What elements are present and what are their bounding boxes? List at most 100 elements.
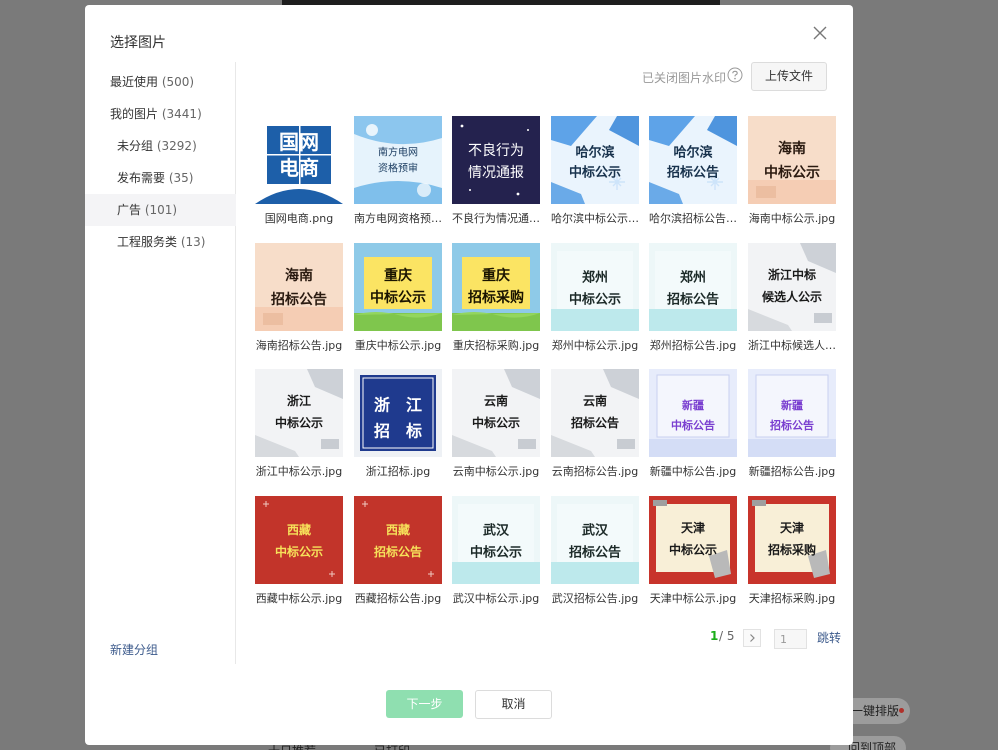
image-card[interactable]: 哈尔滨 招标公告哈尔滨招标公告.jpg	[649, 116, 737, 236]
image-card[interactable]: 云南 中标公示 云南中标公示.jpg	[452, 369, 540, 489]
image-card[interactable]: 西藏 招标公告 西藏招标公告.jpg	[354, 496, 442, 616]
image-card[interactable]: 西藏 中标公示西藏中标公示.jpg	[255, 496, 343, 616]
thumbnail-artwork: 天津中标公示	[649, 496, 737, 584]
thumbnail-caption: 中标公示	[569, 292, 621, 308]
image-card[interactable]: 浙 江招 标浙江招标.jpg	[354, 369, 442, 489]
thumbnail-artwork: 郑州招标公告	[649, 243, 737, 331]
image-card[interactable]: 南方电网资格预审南方电网资格预审.jpg	[354, 116, 442, 236]
thumbnail-caption: 浙江中标	[768, 267, 816, 282]
image-card[interactable]: 不良行为情况通报不良行为情况通报.jpg	[452, 116, 540, 236]
image-thumbnail: 云南 招标公告	[551, 369, 639, 457]
thumbnail-caption: 郑州	[582, 270, 608, 286]
image-thumbnail: 西藏 招标公告	[354, 496, 442, 584]
thumbnail-artwork: 不良行为情况通报	[452, 116, 540, 204]
image-card[interactable]: 郑州 中标公示 郑州中标公示.jpg	[551, 243, 639, 363]
image-card[interactable]: 新疆 招标公告 新疆招标公告.jpg	[748, 369, 836, 489]
close-button[interactable]	[811, 24, 829, 42]
sidebar-item-ungrouped[interactable]: 未分组 (3292)	[85, 130, 236, 162]
thumbnail-caption: 云南	[484, 393, 508, 408]
back-to-top-label: 回到顶部	[848, 741, 897, 750]
thumbnail-caption: 招标采购	[468, 289, 524, 306]
image-card[interactable]: 武汉 招标公告 武汉招标公告.jpg	[551, 496, 639, 616]
thumbnail-caption: 云南	[583, 393, 607, 408]
image-card[interactable]: 浙江 中标公示 浙江中标公示.jpg	[255, 369, 343, 489]
image-card[interactable]: 浙江中标候选人公示浙江中标候选人公示.jpg	[748, 243, 836, 363]
image-card[interactable]: 重庆 招标采购 重庆招标采购.jpg	[452, 243, 540, 363]
close-icon	[813, 26, 827, 40]
thumbnail-caption: 中标公示	[669, 542, 717, 557]
image-filename: 浙江中标候选人公示.jpg	[748, 339, 836, 352]
image-card[interactable]: 国网 电商 国网电商.png	[255, 116, 343, 236]
upload-file-button[interactable]: 上传文件	[751, 62, 827, 91]
image-filename: 浙江中标公示.jpg	[255, 465, 343, 478]
thumbnail-caption: 候选人公示	[762, 289, 822, 304]
image-card[interactable]: 海南 中标公示 海南中标公示.jpg	[748, 116, 836, 236]
thumbnail-artwork: 浙 江招 标	[354, 369, 442, 457]
image-thumbnail: 浙 江招 标	[354, 369, 442, 457]
thumbnail-caption: 不良行为	[468, 143, 524, 159]
image-card[interactable]: 新疆 中标公告新疆中标公告.jpg	[649, 369, 737, 489]
thumbnail-caption: 南方电网	[378, 146, 418, 159]
image-card[interactable]: 云南招标公告云南招标公告.jpg	[551, 369, 639, 489]
page-number-input[interactable]	[774, 629, 807, 649]
thumbnail-artwork: 郑州中标公示	[551, 243, 639, 331]
thumbnail-caption: 浙 江	[374, 396, 422, 415]
image-card[interactable]: 重庆 中标公示 重庆中标公示.jpg	[354, 243, 442, 363]
image-filename: 浙江招标.jpg	[365, 465, 431, 478]
thumbnail-caption: 天津	[681, 520, 705, 535]
image-card[interactable]: 天津 中标公示 天津中标公示.jpg	[649, 496, 737, 616]
new-group-link[interactable]: 新建分组	[110, 641, 158, 658]
thumbnail-caption: 武汉	[582, 523, 609, 539]
image-thumbnail: 哈尔滨 招标公告	[649, 116, 737, 204]
thumbnail-caption: 天津	[780, 520, 804, 535]
next-page-button[interactable]	[743, 629, 761, 647]
thumbnail-artwork: 天津招标采购	[748, 496, 836, 584]
image-filename: 新疆中标公告.jpg	[649, 465, 737, 478]
sidebar-item-my-images[interactable]: 我的图片 (3441)	[85, 98, 236, 130]
image-filename: 西藏中标公示.jpg	[255, 592, 343, 605]
thumbnail-artwork: 新疆中标公告	[649, 369, 737, 457]
thumbnail-caption: 中标公告	[671, 418, 715, 432]
help-button[interactable]	[727, 67, 743, 83]
select-image-dialog: 选择图片 最近使用 (500) 我的图片 (3441) 未分组 (3292) 发…	[85, 5, 853, 745]
image-card[interactable]: 哈尔滨 中标公示 哈尔滨中标公示.jpg	[551, 116, 639, 236]
sidebar-item-count: (3441)	[161, 107, 202, 121]
jump-button[interactable]: 跳转	[817, 629, 841, 646]
image-card[interactable]: 武汉 中标公示武汉中标公示.jpg	[452, 496, 540, 616]
sidebar-item-engineering[interactable]: 工程服务类 (13)	[85, 226, 236, 258]
thumbnail-caption: 招标公告	[571, 415, 619, 430]
image-filename: 哈尔滨招标公告.jpg	[649, 212, 737, 225]
image-card[interactable]: 海南 招标公告 海南招标公告.jpg	[255, 243, 343, 363]
thumbnail-caption: 电商	[279, 156, 319, 180]
one-click-layout-label: 一键排版	[851, 704, 900, 718]
sidebar-item-publishing[interactable]: 发布需要 (35)	[85, 162, 236, 194]
sidebar-item-label: 未分组	[117, 139, 154, 153]
next-step-button[interactable]: 下一步	[386, 690, 463, 718]
image-card[interactable]: 天津 招标采购 天津招标采购.jpg	[748, 496, 836, 616]
image-filename: 云南招标公告.jpg	[551, 465, 639, 478]
sidebar-item-ads[interactable]: 广告 (101)	[85, 194, 236, 226]
image-filename: 武汉中标公示.jpg	[452, 592, 540, 605]
thumbnail-artwork: 哈尔滨招标公告	[649, 116, 737, 204]
sidebar-item-label: 我的图片	[110, 107, 159, 121]
image-thumbnail: 国网 电商	[255, 116, 343, 204]
image-thumbnail: 郑州 招标公告	[649, 243, 737, 331]
thumbnail-caption: 招标采购	[768, 542, 816, 557]
image-filename: 海南中标公示.jpg	[748, 212, 836, 225]
image-thumbnail: 重庆 中标公示	[354, 243, 442, 331]
image-thumbnail: 郑州 中标公示	[551, 243, 639, 331]
thumbnail-caption: 招 标	[374, 422, 422, 441]
image-thumbnail: 南方电网 资格预审	[354, 116, 442, 204]
sidebar-item-recent[interactable]: 最近使用 (500)	[85, 66, 236, 98]
image-card[interactable]: 郑州 招标公告 郑州招标公告.jpg	[649, 243, 737, 363]
image-thumbnail: 武汉 中标公示	[452, 496, 540, 584]
thumbnail-caption: 中标公示	[275, 544, 323, 559]
thumbnail-caption: 中标公示	[764, 164, 820, 181]
image-thumbnail: 重庆 招标采购	[452, 243, 540, 331]
thumbnail-artwork: 重庆招标采购	[452, 243, 540, 331]
pagination-total: / 5	[719, 629, 735, 643]
image-thumbnail: 西藏 中标公示	[255, 496, 343, 584]
image-filename: 哈尔滨中标公示.jpg	[551, 212, 639, 225]
thumbnail-caption: 国网	[279, 130, 319, 154]
cancel-button[interactable]: 取消	[475, 690, 552, 719]
